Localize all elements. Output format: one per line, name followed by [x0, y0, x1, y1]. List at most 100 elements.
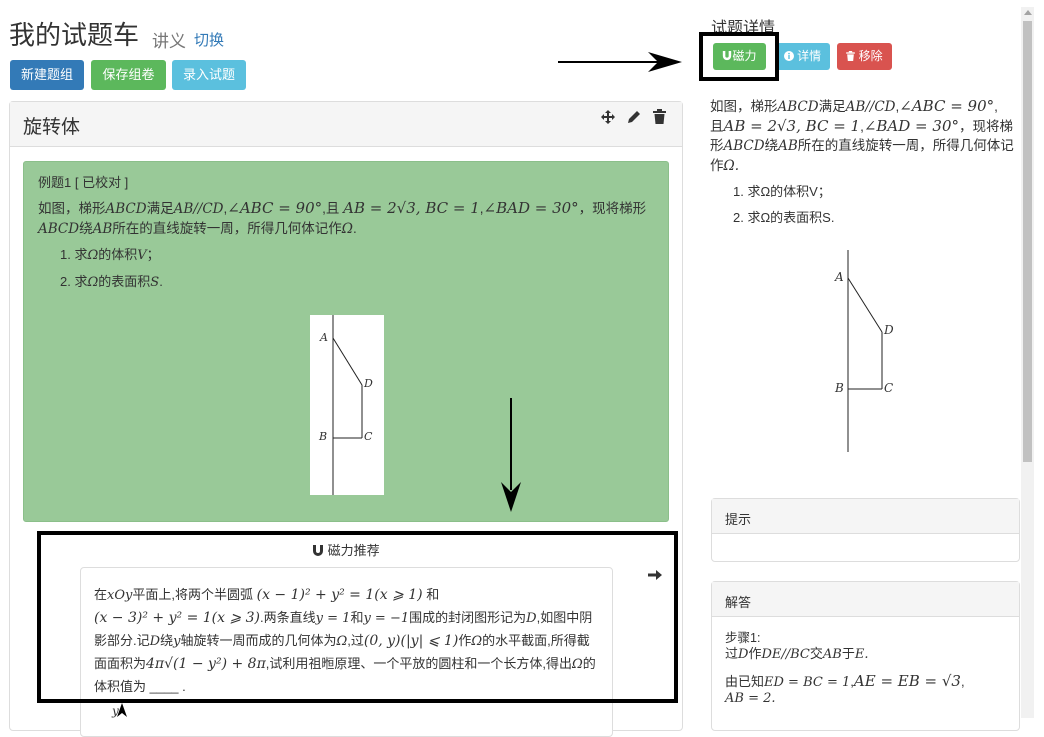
stem-text: 且 [325, 201, 340, 216]
detail-text: 且 [710, 119, 724, 134]
sub-question-1: 1. 求Ω的体积V； [60, 244, 160, 263]
trash-icon[interactable] [653, 109, 666, 127]
point-label-a: A [835, 270, 844, 284]
group-title: 旋转体 [23, 117, 81, 138]
scrollbar-track[interactable] [1021, 7, 1034, 718]
scroll-up-arrow[interactable] [1024, 10, 1032, 15]
detail-sub-text: 求Ω的体积V； [747, 184, 831, 199]
ans-text: 由已知 [725, 674, 765, 689]
move-icon[interactable] [601, 110, 615, 127]
trash-icon [846, 44, 856, 71]
scrollbar-thumb[interactable] [1023, 21, 1032, 462]
detail-math: AB = 2√3, BC = 1 [723, 117, 861, 135]
stem-text: 如图，梯形 [38, 201, 106, 216]
answer-title: 解答 [725, 595, 752, 610]
enter-question-button[interactable]: 录入试题 [172, 60, 246, 90]
sub-math: Ω [87, 248, 99, 263]
sub-text: 的表面积 [98, 274, 151, 289]
annotation-arrow-down [501, 398, 521, 512]
point-label-b: B [319, 430, 328, 443]
annotation-box-magnet [699, 32, 779, 81]
stem-math: AB [92, 221, 113, 237]
detail-text: 满足 [818, 99, 846, 114]
point-label-d: D [364, 377, 373, 390]
stem-math: ABCD [38, 221, 80, 237]
stem-text: 所在的直线旋转一周，所得几何体记作 [112, 221, 342, 236]
stem-math: ∠ABC = 90° [227, 199, 323, 217]
detail-sub-1: 1. 求Ω的体积V； [733, 181, 831, 200]
ans-math: AE = EB = √3 [853, 672, 961, 690]
ans-text: 交 [809, 646, 823, 661]
hint-title: 提示 [725, 512, 752, 527]
page-subtitle: 讲义 [152, 32, 186, 51]
detail-math: ∠BAD = 30° [863, 117, 959, 135]
answer-header[interactable]: 解答 [712, 582, 1019, 617]
detail-math: ABCD [777, 99, 819, 115]
ans-math: DE//BC [761, 647, 810, 662]
remove-button[interactable]: 移除 [837, 43, 892, 70]
sub-text: 求 [74, 247, 88, 262]
point-label-d: D [884, 323, 894, 337]
stem-math: Ω [341, 221, 353, 237]
sub-question-2: 2. 求Ω的表面积S. [60, 271, 163, 290]
group-header: 旋转体 [10, 102, 682, 147]
detail-math: Ω. [723, 158, 739, 174]
detail-math: AB [778, 138, 798, 154]
answer-line-2: 由已知ED = BC = 1,AE = EB = √3, [725, 672, 965, 690]
ans-math: E. [854, 647, 869, 662]
detail-text: 绕 [764, 138, 779, 153]
annotation-arrow-right [558, 52, 682, 72]
hint-header[interactable]: 提示 [712, 499, 1019, 534]
stem-text: ，现将梯形 [578, 201, 647, 216]
ans-text: 过 [725, 646, 739, 661]
ans-math: AB [822, 647, 842, 662]
stem-math: ∠BAD = 30° [483, 199, 579, 217]
answer-line-1: 过D作DE//BC交AB于E. [725, 643, 869, 662]
sub-math: S [150, 275, 160, 290]
point-label-a: A [320, 331, 328, 344]
page-title: 我的试题车 [9, 20, 140, 50]
detail-figure: A D B C [832, 250, 902, 452]
stem-text: 绕 [79, 221, 93, 236]
sub-text: 求 [74, 274, 88, 289]
sub-text: ； [146, 247, 160, 262]
stem-text: 满足 [146, 201, 174, 216]
ans-math: D [738, 647, 749, 662]
new-group-button[interactable]: 新建题组 [10, 60, 84, 90]
point-label-b: B [835, 381, 844, 395]
point-label-c: C [884, 381, 894, 395]
answer-panel: 解答 步骤1: 过D作DE//BC交AB于E. 由已知ED = BC = 1,A… [711, 581, 1020, 731]
list-number: 2. [60, 274, 75, 289]
stem-math: AB = 2√3, BC = 1 [343, 199, 480, 217]
edit-icon[interactable] [627, 110, 641, 127]
detail-button[interactable]: 详情 [775, 43, 830, 70]
stem-math: AB//CD [173, 201, 224, 217]
annotation-arrow-up [117, 703, 127, 717]
ans-text: 于 [841, 646, 855, 661]
sub-math: Ω [87, 275, 99, 290]
list-number: 2. [733, 210, 748, 225]
question-card[interactable]: 例题1 [ 已校对 ] 如图，梯形ABCD满足AB//CD,∠ABC = 90°… [23, 161, 669, 522]
detail-label: 详情 [797, 49, 822, 63]
sub-math: V [137, 248, 147, 263]
stem-math: ABCD [105, 201, 147, 217]
save-paper-button[interactable]: 保存组卷 [91, 60, 166, 90]
detail-stem: 如图，梯形ABCD满足AB//CD,∠ABC = 90°, 且AB = 2√3, … [710, 97, 1014, 174]
hint-panel: 提示 [711, 498, 1020, 562]
sub-text: . [159, 274, 163, 289]
detail-math: AB//CD [845, 99, 896, 115]
ans-math: ED = BC = 1 [764, 675, 851, 690]
remove-label: 移除 [858, 49, 883, 63]
trapezoid-figure: A D B C [310, 315, 384, 495]
detail-sub-text: 求Ω的表面积S. [747, 210, 835, 225]
point-label-c: C [364, 430, 373, 443]
detail-math: ABCD [723, 138, 765, 154]
switch-link[interactable]: 切换 [194, 29, 224, 50]
sub-text: 的体积 [98, 247, 138, 262]
question-label: 例题1 [ 已校对 ] [38, 175, 129, 190]
answer-line-3: AB = 2. [725, 691, 776, 706]
ans-text: 作 [748, 646, 762, 661]
annotation-box-recommend [37, 531, 678, 703]
info-icon [783, 44, 794, 71]
list-number: 1. [60, 247, 75, 262]
